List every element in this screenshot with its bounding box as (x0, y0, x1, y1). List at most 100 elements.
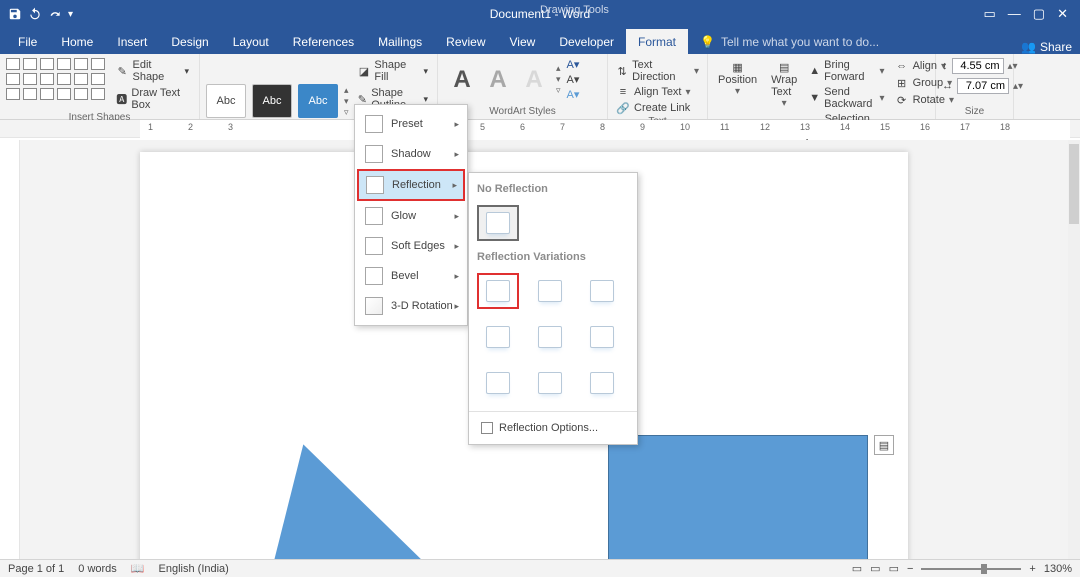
tab-insert[interactable]: Insert (105, 29, 159, 54)
reflection-options-button[interactable]: Reflection Options... (477, 416, 629, 440)
rotate-icon: ⟳ (895, 93, 909, 107)
menu-item-bevel[interactable]: Bevel▸ (357, 261, 465, 291)
wordart-preset-1[interactable]: A (444, 63, 480, 97)
shadow-icon (365, 145, 383, 163)
menu-item-3d-rotation[interactable]: 3-D Rotation▸ (357, 291, 465, 321)
height-stepper[interactable]: ▴▾ (1008, 61, 1018, 72)
shape-gallery[interactable] (6, 58, 106, 112)
reflection-variation-2[interactable] (529, 273, 571, 309)
zoom-level[interactable]: 130% (1044, 563, 1072, 575)
gallery-up-icon[interactable]: ▴ (344, 85, 349, 96)
menu-item-reflection[interactable]: Reflection▸ (357, 169, 465, 201)
wa-gallery-down[interactable]: ▾ (556, 74, 561, 85)
zoom-out-icon[interactable]: − (907, 563, 913, 575)
tab-review[interactable]: Review (434, 29, 497, 54)
text-direction-button[interactable]: ⇅Text Direction▾ (614, 58, 701, 84)
tab-home[interactable]: Home (49, 29, 105, 54)
status-page[interactable]: Page 1 of 1 (8, 563, 64, 575)
backward-icon: ▼ (809, 91, 820, 105)
tab-references[interactable]: References (281, 29, 366, 54)
text-outline-icon[interactable]: A▾ (567, 73, 580, 86)
window-controls: ▭ — ▢ ✕ (984, 6, 1080, 22)
menu-item-soft-edges[interactable]: Soft Edges▸ (357, 231, 465, 261)
save-icon[interactable] (8, 7, 22, 21)
status-words[interactable]: 0 words (78, 563, 117, 575)
shape-fill-button[interactable]: ◪Shape Fill▾ (355, 58, 431, 84)
status-language[interactable]: English (India) (159, 563, 229, 575)
reflection-variation-8[interactable] (529, 365, 571, 401)
reflection-variation-5[interactable] (529, 319, 571, 355)
reflection-variation-6[interactable] (581, 319, 623, 355)
tell-me-search[interactable]: 💡 Tell me what you want to do... (688, 29, 891, 54)
text-fill-icon[interactable]: A▾ (567, 58, 580, 71)
share-button[interactable]: 👥 Share (1021, 40, 1072, 54)
shape-rectangle[interactable] (608, 435, 868, 559)
view-read-icon[interactable]: ▭ (852, 562, 862, 575)
group-arrange: ▦Position▾ ▤Wrap Text▾ ▲Bring Forward▾ ▼… (708, 54, 936, 119)
reflection-icon (366, 176, 384, 194)
height-input[interactable] (952, 58, 1004, 74)
status-proofing-icon[interactable]: 📖 (131, 562, 145, 575)
ribbon-options-icon[interactable]: ▭ (984, 6, 996, 22)
wordart-preset-2[interactable]: A (480, 63, 516, 97)
bring-forward-button[interactable]: ▲Bring Forward▾ (807, 58, 886, 84)
tab-design[interactable]: Design (159, 29, 220, 54)
align-text-button[interactable]: ≡Align Text▾ (614, 84, 701, 100)
menu-item-preset[interactable]: Preset▸ (357, 109, 465, 139)
reflection-variation-4[interactable] (477, 319, 519, 355)
menu-item-shadow[interactable]: Shadow▸ (357, 139, 465, 169)
reflection-variation-1[interactable] (477, 273, 519, 309)
view-web-icon[interactable]: ▭ (889, 562, 899, 575)
submenu-arrow-icon: ▸ (454, 241, 459, 252)
shape-triangle[interactable] (223, 432, 556, 559)
reflection-variations-header: Reflection Variations (477, 247, 629, 267)
zoom-slider[interactable] (921, 568, 1021, 570)
tab-file[interactable]: File (6, 29, 49, 54)
reflection-variation-9[interactable] (581, 365, 623, 401)
tab-format[interactable]: Format (626, 29, 688, 54)
style-preset-3[interactable]: Abc (298, 84, 338, 118)
submenu-arrow-icon: ▸ (454, 211, 459, 222)
shape-fill-label: Shape Fill (374, 59, 419, 83)
edit-shape-button[interactable]: ✎Edit Shape▾ (112, 58, 193, 84)
zoom-in-icon[interactable]: + (1029, 563, 1035, 575)
wordart-preset-3[interactable]: A (516, 63, 552, 97)
create-link-button[interactable]: 🔗Create Link (614, 100, 701, 116)
style-preset-2[interactable]: Abc (252, 84, 292, 118)
text-effects-icon[interactable]: A▾ (567, 88, 580, 101)
submenu-arrow-icon: ▸ (454, 301, 459, 312)
wa-gallery-more[interactable]: ▿ (556, 85, 561, 96)
tab-mailings[interactable]: Mailings (366, 29, 434, 54)
gallery-down-icon[interactable]: ▾ (344, 96, 349, 107)
undo-icon[interactable] (28, 7, 42, 21)
close-button[interactable]: ✕ (1057, 6, 1068, 22)
send-backward-button[interactable]: ▼Send Backward▾ (807, 85, 886, 111)
wa-gallery-up[interactable]: ▴ (556, 63, 561, 74)
minimize-button[interactable]: — (1008, 6, 1021, 22)
tab-developer[interactable]: Developer (547, 29, 626, 54)
gallery-more-icon[interactable]: ▿ (344, 107, 349, 118)
position-icon: ▦ (731, 60, 745, 74)
align-label: Align (913, 60, 937, 72)
maximize-button[interactable]: ▢ (1033, 6, 1045, 22)
width-stepper[interactable]: ▴▾ (1013, 81, 1023, 92)
style-preset-1[interactable]: Abc (206, 84, 246, 118)
tab-view[interactable]: View (498, 29, 548, 54)
reflection-variation-3[interactable] (581, 273, 623, 309)
menu-item-glow[interactable]: Glow▸ (357, 201, 465, 231)
preset-label: Preset (391, 118, 423, 130)
draw-text-box-button[interactable]: 🅰Draw Text Box (112, 86, 193, 112)
width-input[interactable] (957, 78, 1009, 94)
view-print-icon[interactable]: ▭ (870, 562, 880, 575)
reflection-none[interactable] (477, 205, 519, 241)
qat-more-icon[interactable]: ▾ (68, 9, 73, 20)
submenu-arrow-icon: ▸ (454, 149, 459, 160)
vertical-scrollbar[interactable] (1068, 140, 1080, 559)
tab-layout[interactable]: Layout (221, 29, 281, 54)
text-box-label: Draw Text Box (131, 87, 189, 111)
reflection-label: Reflection (392, 179, 441, 191)
reflection-variation-7[interactable] (477, 365, 519, 401)
redo-icon[interactable] (48, 7, 62, 21)
layout-options-icon[interactable]: ▤ (874, 435, 894, 455)
backward-label: Send Backward (824, 86, 875, 110)
